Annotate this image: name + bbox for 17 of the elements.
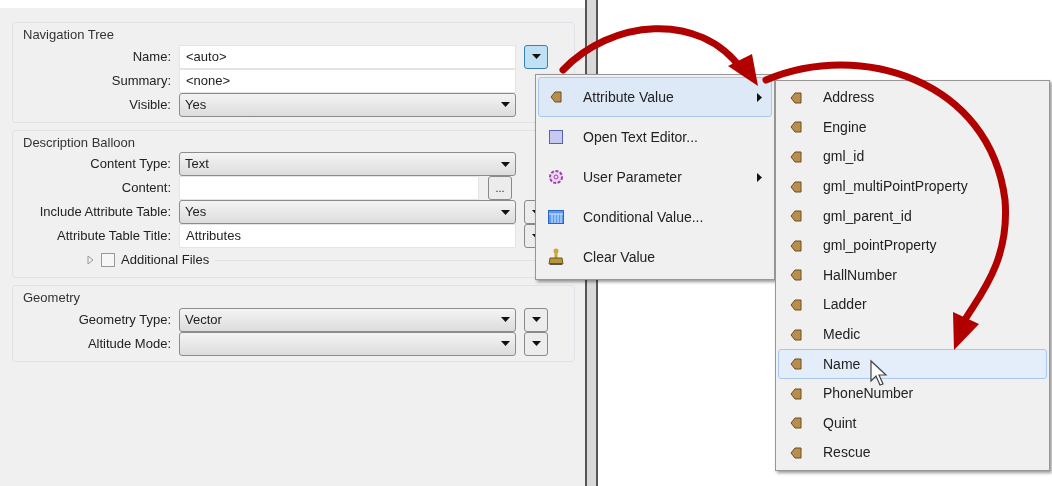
group-title: Geometry — [23, 289, 81, 307]
group-title: Description Balloon — [23, 133, 135, 152]
field-label: Content Type: — [89, 155, 172, 174]
dropdown-value: Text — [185, 155, 209, 174]
field-label: Attribute Table Title: — [56, 227, 172, 246]
field-label: Name: — [131, 47, 172, 66]
field-label: Geometry Type: — [77, 310, 172, 329]
dropdown-value: Vector — [185, 310, 222, 329]
dropdown-value: Yes — [185, 203, 207, 222]
checkbox-label: Additional Files — [121, 251, 210, 270]
field-label: Content: — [120, 179, 172, 198]
group-title: Navigation Tree — [23, 26, 115, 44]
field-label: Summary: — [110, 71, 172, 90]
field-label: Altitude Mode: — [86, 334, 172, 353]
field-label: Include Attribute Table: — [38, 203, 172, 222]
field-label: Visible: — [128, 95, 172, 114]
dropdown-value: Yes — [185, 95, 207, 114]
